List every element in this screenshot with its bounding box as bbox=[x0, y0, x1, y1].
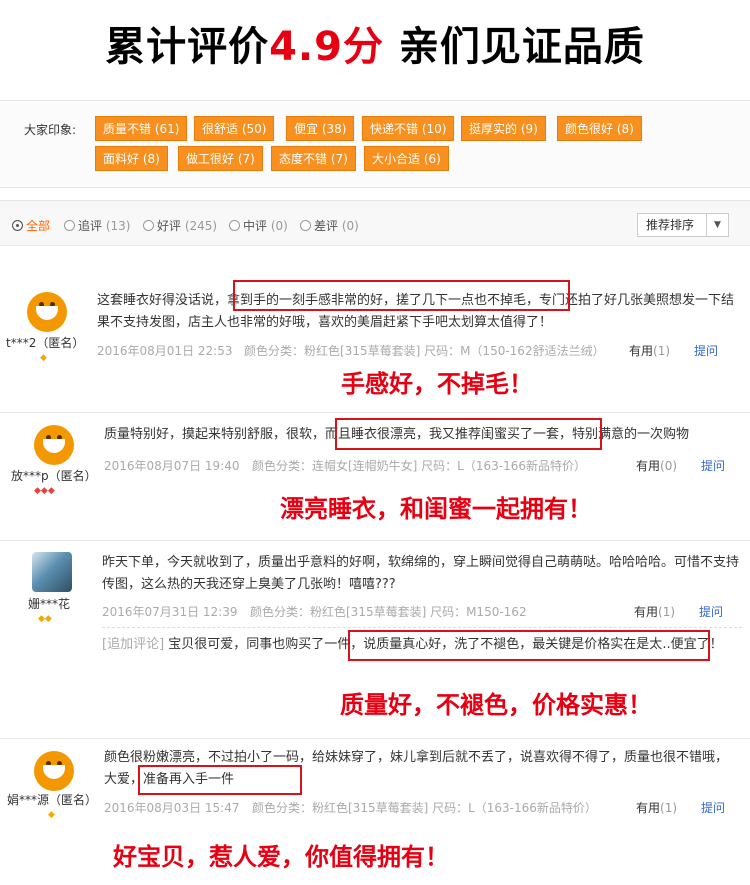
review-date: 2016年08月07日 19:40 bbox=[104, 459, 240, 473]
filter-positive[interactable]: 好评 (245) bbox=[143, 217, 217, 234]
avatar bbox=[34, 751, 74, 791]
impression-tag[interactable]: 态度不错 (7) bbox=[271, 146, 356, 171]
ask-link[interactable]: 提问 bbox=[699, 603, 723, 620]
sort-select[interactable]: 推荐排序 ▼ bbox=[637, 213, 729, 237]
filter-count: (13) bbox=[105, 219, 131, 233]
review-text-part: 这套睡衣好得没话说， bbox=[97, 293, 228, 308]
reviewer-nick: 姗***花 bbox=[28, 597, 71, 611]
useful-button[interactable]: 有用(1) bbox=[629, 342, 670, 359]
promo-slogan: 漂亮睡衣，和闺蜜一起拥有！ bbox=[280, 495, 592, 523]
reviewer-nick: 放***p（匿名） bbox=[11, 469, 97, 483]
radio-icon bbox=[300, 220, 311, 231]
useful-label: 有用 bbox=[629, 344, 654, 358]
filter-label: 差评 bbox=[314, 219, 339, 233]
review-date: 2016年08月01日 22:53 bbox=[97, 344, 233, 358]
review-spec: 颜色分类：连帽女[连帽奶牛女] 尺码：L（163-166新品特价） bbox=[252, 459, 587, 473]
useful-count: (1) bbox=[658, 605, 676, 619]
title-suffix: 亲们见证品质 bbox=[383, 24, 645, 70]
ask-link[interactable]: 提问 bbox=[701, 457, 725, 474]
review-date: 2016年07月31日 12:39 bbox=[102, 605, 238, 619]
level-badge-icon: ◆ bbox=[48, 810, 55, 820]
filter-negative[interactable]: 差评 (0) bbox=[300, 217, 359, 234]
promo-slogan: 质量好，不褪色，价格实惠！ bbox=[340, 691, 652, 719]
avatar-face bbox=[43, 765, 65, 779]
impression-tag[interactable]: 颜色很好 (8) bbox=[557, 116, 642, 141]
useful-label: 有用 bbox=[636, 459, 661, 473]
ask-link[interactable]: 提问 bbox=[701, 799, 725, 816]
followup-divider bbox=[102, 627, 742, 628]
promo-slogan: 手感好，不掉毛！ bbox=[341, 370, 533, 398]
review-spec: 颜色分类：粉红色[315草莓套装] 尺码：M（150-162舒适法兰绒） bbox=[244, 344, 605, 358]
radio-icon bbox=[12, 220, 23, 231]
level-badge-icon: ◆◆◆ bbox=[34, 486, 55, 496]
avatar bbox=[27, 292, 67, 332]
impression-tag[interactable]: 快递不错 (10) bbox=[362, 116, 455, 141]
useful-count: (0) bbox=[660, 459, 678, 473]
impression-tag[interactable]: 很舒适 (50) bbox=[194, 116, 275, 141]
page-title: 累计评价4.9分 亲们见证品质 bbox=[0, 14, 750, 72]
impression-tag[interactable]: 面料好 (8) bbox=[95, 146, 168, 171]
review-text: 昨天下单，今天就收到了，质量出乎意料的好啊，软绵绵的，穿上瞬间觉得自己萌萌哒。哈… bbox=[102, 555, 740, 592]
chevron-down-icon: ▼ bbox=[706, 214, 728, 236]
avatar bbox=[32, 552, 72, 592]
sort-label: 推荐排序 bbox=[646, 218, 695, 232]
review-text-part: 质量特别好，摸起来特别舒服，很软， bbox=[104, 427, 326, 442]
review-date: 2016年08月03日 15:47 bbox=[104, 801, 240, 815]
impression-tag[interactable]: 便宜 (38) bbox=[286, 116, 355, 141]
filter-neutral[interactable]: 中评 (0) bbox=[229, 217, 288, 234]
review-item: 娟***源（匿名） ◆ 颜色很粉嫩漂亮，不过拍小了一码，给妹妹穿了，妹儿拿到后就… bbox=[0, 738, 750, 885]
reviewer-nick: t***2（匿名） bbox=[6, 336, 85, 350]
highlight-box bbox=[348, 630, 710, 661]
useful-button[interactable]: 有用(0) bbox=[636, 457, 677, 474]
followup-part: 宝贝很可爱，同事也购买了一件， bbox=[164, 637, 364, 652]
filter-label: 追评 bbox=[78, 219, 103, 233]
review-item: t***2（匿名） ◆ 这套睡衣好得没话说，拿到手的一刻手感非常的好，搓了几下一… bbox=[0, 262, 750, 412]
radio-icon bbox=[143, 220, 154, 231]
promo-slogan: 好宝贝，惹人爱，你值得拥有！ bbox=[113, 843, 449, 871]
review-text-part: 颜色很粉嫩漂亮，不过拍小了一码，给妹妹穿了，妹儿拿到后就不丢了，说喜欢得不得了，… bbox=[104, 750, 729, 765]
avatar-face bbox=[36, 306, 58, 320]
followup-tag: [追加评论] bbox=[102, 637, 165, 652]
avatar-face bbox=[43, 439, 65, 453]
useful-label: 有用 bbox=[634, 605, 659, 619]
impression-label: 大家印象: bbox=[24, 123, 77, 137]
avatar bbox=[34, 425, 74, 465]
filter-bar: 全部 追评 (13) 好评 (245) 中评 (0) 差评 (0) 推荐排序 ▼ bbox=[0, 200, 750, 246]
level-badge-icon: ◆ bbox=[40, 353, 47, 363]
impression-tag[interactable]: 做工很好 (7) bbox=[178, 146, 263, 171]
review-spec: 颜色分类：粉红色[315草莓套装] 尺码：M150-162 bbox=[250, 605, 527, 619]
highlight-box bbox=[233, 280, 570, 311]
filter-label: 好评 bbox=[157, 219, 182, 233]
review-spec: 颜色分类：粉红色[315草莓套装] 尺码：L（163-166新品特价） bbox=[252, 801, 597, 815]
title-prefix: 累计评价 bbox=[105, 24, 270, 70]
useful-button[interactable]: 有用(1) bbox=[636, 799, 677, 816]
filter-count: (0) bbox=[341, 219, 359, 233]
radio-icon bbox=[229, 220, 240, 231]
ask-link[interactable]: 提问 bbox=[694, 342, 718, 359]
highlight-box bbox=[335, 418, 602, 450]
filter-followup[interactable]: 追评 (13) bbox=[64, 217, 130, 234]
useful-label: 有用 bbox=[636, 801, 661, 815]
impression-panel: 大家印象: 质量不错 (61) 很舒适 (50) 便宜 (38) 快递不错 (1… bbox=[0, 100, 750, 188]
filter-count: (0) bbox=[270, 219, 288, 233]
useful-count: (1) bbox=[653, 344, 671, 358]
filter-label: 全部 bbox=[26, 219, 51, 233]
impression-tag[interactable]: 质量不错 (61) bbox=[95, 116, 188, 141]
filter-label: 中评 bbox=[243, 219, 268, 233]
reviewer-nick: 娟***源（匿名） bbox=[7, 793, 98, 807]
level-badge-icon: ◆◆ bbox=[38, 614, 52, 624]
radio-icon bbox=[64, 220, 75, 231]
review-item: 姗***花 ◆◆ 昨天下单，今天就收到了，质量出乎意料的好啊，软绵绵的，穿上瞬间… bbox=[0, 540, 750, 738]
impression-tag[interactable]: 大小合适 (6) bbox=[364, 146, 449, 171]
filter-all[interactable]: 全部 bbox=[12, 217, 50, 234]
highlight-box bbox=[138, 765, 302, 795]
rating-score: 4.9分 bbox=[269, 24, 384, 70]
filter-count: (245) bbox=[184, 219, 218, 233]
useful-button[interactable]: 有用(1) bbox=[634, 603, 675, 620]
review-item: 放***p（匿名） ◆◆◆ 质量特别好，摸起来特别舒服，很软，而且睡衣很漂亮，我… bbox=[0, 412, 750, 540]
impression-tag[interactable]: 挺厚实的 (9) bbox=[461, 116, 546, 141]
useful-count: (1) bbox=[660, 801, 678, 815]
